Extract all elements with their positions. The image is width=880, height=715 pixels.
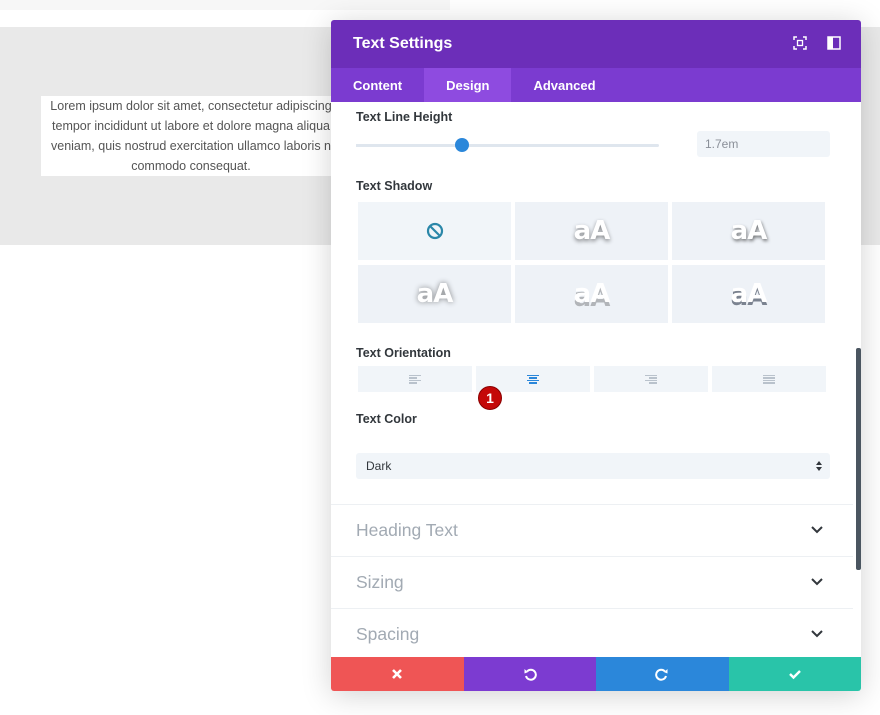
line-height-slider-fill	[356, 144, 463, 147]
modal-scrollbar[interactable]	[856, 348, 861, 570]
chevron-down-icon	[811, 578, 823, 586]
undo-icon	[524, 668, 537, 681]
align-center-icon	[527, 374, 539, 384]
preview-text: Lorem ipsum dolor sit amet, consectetur …	[41, 96, 341, 176]
undo-button[interactable]	[463, 657, 596, 691]
header-icons	[793, 36, 841, 50]
text-module-preview[interactable]: Lorem ipsum dolor sit amet, consectetur …	[41, 96, 341, 176]
shadow-option-3[interactable]: aA	[358, 265, 511, 323]
chevron-down-icon	[811, 630, 823, 638]
line-height-slider-track[interactable]	[356, 144, 659, 147]
text-shadow-label: Text Shadow	[356, 179, 433, 193]
step-badge: 1	[478, 386, 502, 410]
text-shadow-options: aA aA aA aA aA	[358, 202, 828, 323]
shadow-option-2[interactable]: aA	[672, 202, 825, 260]
check-icon	[788, 670, 801, 680]
section-title: Sizing	[356, 572, 404, 592]
preview-line: tempor incididunt ut labore et dolore ma…	[52, 119, 330, 133]
redo-button[interactable]	[596, 657, 729, 691]
line-height-label: Text Line Height	[356, 110, 453, 124]
section-spacing[interactable]: Spacing	[331, 608, 853, 657]
align-left-icon	[409, 374, 421, 384]
line-height-slider-thumb[interactable]	[455, 138, 470, 152]
tab-advanced[interactable]: Advanced	[511, 68, 617, 102]
shadow-option-1[interactable]: aA	[515, 202, 668, 260]
text-orientation-label: Text Orientation	[356, 346, 451, 360]
shadow-option-5[interactable]: aA	[672, 265, 825, 323]
line-height-input[interactable]: 1.7em	[697, 131, 830, 157]
align-justify-icon	[763, 374, 775, 384]
text-orientation-options	[358, 366, 828, 392]
shadow-preview-text: aA	[573, 216, 611, 246]
modal-header: Text Settings	[331, 20, 861, 68]
text-color-label: Text Color	[356, 412, 417, 426]
text-color-value: Dark	[366, 459, 392, 473]
modal-tabs: Content Design Advanced	[331, 68, 861, 102]
modal-footer	[331, 657, 861, 691]
tab-design[interactable]: Design	[424, 68, 512, 102]
modal-body: Text Line Height 1.7em Text Shadow aA aA…	[331, 102, 861, 657]
section-heading-text[interactable]: Heading Text	[331, 504, 853, 556]
select-arrows-icon	[816, 461, 822, 471]
orientation-right-button[interactable]	[594, 366, 708, 392]
orientation-justify-button[interactable]	[712, 366, 826, 392]
top-bar	[0, 0, 450, 10]
text-color-select[interactable]: Dark	[356, 453, 830, 479]
shadow-preview-text: aA	[416, 279, 454, 309]
shadow-preview-text: aA	[730, 279, 768, 309]
preview-line: commodo consequat.	[131, 159, 251, 173]
chevron-down-icon	[811, 526, 823, 534]
section-sizing[interactable]: Sizing	[331, 556, 853, 608]
orientation-left-button[interactable]	[358, 366, 472, 392]
close-icon	[392, 669, 403, 679]
no-shadow-icon	[426, 222, 443, 240]
shadow-option-4[interactable]: aA	[515, 265, 668, 323]
tab-content[interactable]: Content	[331, 68, 424, 102]
fullscreen-icon[interactable]	[793, 36, 807, 50]
section-title: Spacing	[356, 624, 420, 644]
align-right-icon	[645, 374, 657, 384]
sidebar-toggle-icon[interactable]	[827, 36, 841, 50]
page: Lorem ipsum dolor sit amet, consectetur …	[0, 0, 880, 715]
preview-line: Lorem ipsum dolor sit amet, consectetur …	[50, 99, 332, 113]
modal-title: Text Settings	[353, 35, 453, 52]
shadow-option-none[interactable]	[358, 202, 511, 260]
settings-modal: Text Settings Content Design Advanced Te…	[331, 20, 861, 691]
shadow-preview-text: aA	[573, 279, 611, 309]
section-title: Heading Text	[356, 520, 458, 540]
preview-line: veniam, quis nostrud exercitation ullamc…	[51, 139, 331, 153]
save-button[interactable]	[728, 657, 861, 691]
shadow-preview-text: aA	[730, 216, 768, 246]
cancel-button[interactable]	[331, 657, 464, 691]
redo-icon	[655, 668, 668, 681]
